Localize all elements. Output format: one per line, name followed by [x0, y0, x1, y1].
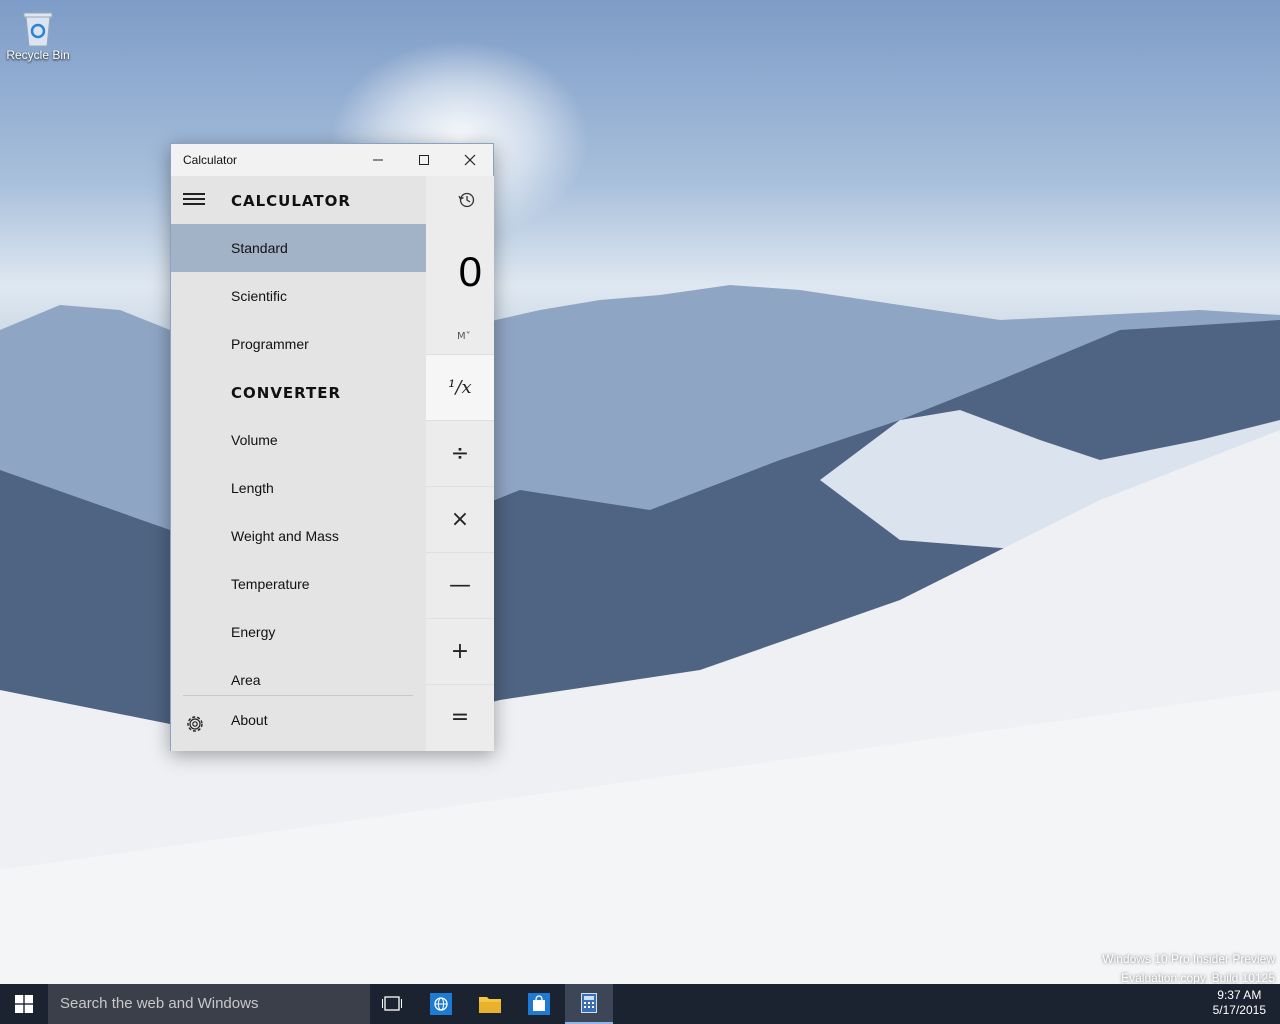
converter-header-label: CONVERTER: [231, 384, 342, 402]
nav-item-label: Standard: [231, 240, 288, 256]
task-view-button[interactable]: [368, 984, 416, 1024]
minimize-button[interactable]: [355, 144, 401, 176]
hamburger-icon-line: [183, 198, 205, 200]
maximize-button[interactable]: [401, 144, 447, 176]
close-icon: [464, 154, 476, 166]
divide-button[interactable]: ÷: [426, 420, 494, 486]
gear-icon: [187, 716, 203, 732]
file-explorer-button[interactable]: [466, 984, 514, 1024]
calculator-panel: 0 M˅ ¹/x ÷ × — + =: [426, 176, 494, 751]
calculator-icon: [581, 993, 597, 1013]
nav-item-weight-and-mass[interactable]: Weight and Mass: [171, 512, 426, 560]
hamburger-icon-line: [183, 203, 205, 205]
nav-item-volume[interactable]: Volume: [171, 416, 426, 464]
add-button[interactable]: +: [426, 618, 494, 684]
hamburger-menu-button[interactable]: [183, 190, 207, 212]
nav-item-label: Temperature: [231, 576, 310, 592]
nav-item-scientific[interactable]: Scientific: [171, 272, 426, 320]
start-button[interactable]: [0, 984, 48, 1024]
browser-button[interactable]: [417, 984, 465, 1024]
browser-icon: [430, 993, 452, 1015]
calculator-taskbar-button[interactable]: [565, 984, 613, 1024]
clock-time: 9:37 AM: [1217, 988, 1262, 1002]
memory-button[interactable]: M˅: [457, 331, 471, 342]
minimize-icon: [373, 159, 383, 161]
recycle-bin[interactable]: Recycle Bin: [6, 8, 70, 62]
nav-item-length[interactable]: Length: [171, 464, 426, 512]
store-icon: [528, 993, 550, 1015]
nav-item-label: Volume: [231, 432, 278, 448]
recycle-bin-label: Recycle Bin: [6, 48, 70, 62]
nav-item-label: Programmer: [231, 336, 309, 352]
navigation-pane: CALCULATOR Standard Scientific Programme…: [171, 176, 426, 751]
hamburger-icon-line: [183, 193, 205, 195]
history-icon[interactable]: [457, 190, 477, 210]
nav-header-title: CALCULATOR: [231, 192, 351, 210]
nav-header: CALCULATOR: [171, 176, 426, 224]
about-label: About: [231, 712, 268, 728]
nav-item-standard[interactable]: Standard: [171, 224, 426, 272]
reciprocal-button[interactable]: ¹/x: [426, 354, 494, 420]
nav-item-about[interactable]: About: [171, 699, 426, 747]
evaluation-watermark: Windows 10 Pro Insider Preview Evaluatio…: [1102, 950, 1275, 988]
nav-item-temperature[interactable]: Temperature: [171, 560, 426, 608]
title-bar[interactable]: Calculator: [171, 144, 493, 176]
converter-section-header: CONVERTER: [171, 368, 426, 416]
clock[interactable]: 9:37 AM 5/17/2015: [1213, 988, 1266, 1018]
equals-button[interactable]: =: [426, 684, 494, 750]
task-view-icon: [382, 996, 402, 1011]
result-display: 0: [458, 248, 482, 295]
nav-item-label: Area: [231, 672, 261, 688]
nav-item-label: Energy: [231, 624, 276, 640]
close-button[interactable]: [447, 144, 493, 176]
folder-icon: [479, 997, 501, 1013]
nav-item-programmer[interactable]: Programmer: [171, 320, 426, 368]
multiply-button[interactable]: ×: [426, 486, 494, 552]
watermark-line: Windows 10 Pro Insider Preview: [1102, 952, 1275, 966]
nav-divider: [183, 695, 413, 696]
maximize-icon: [419, 155, 429, 165]
clock-date: 5/17/2015: [1212, 1003, 1266, 1017]
operator-keys: ¹/x ÷ × — + =: [426, 354, 494, 750]
taskbar: Search the web and Windows 9:37 AM 5/17/…: [0, 984, 1280, 1024]
nav-item-energy[interactable]: Energy: [171, 608, 426, 656]
calculator-window: Calculator CALCULATOR Standard Scientifi…: [170, 143, 494, 751]
store-button[interactable]: [515, 984, 563, 1024]
nav-item-label: Scientific: [231, 288, 288, 304]
window-title: Calculator: [183, 153, 238, 167]
nav-item-label: Length: [231, 480, 274, 496]
windows-logo-icon: [15, 995, 33, 1013]
subtract-button[interactable]: —: [426, 552, 494, 618]
search-box[interactable]: Search the web and Windows: [48, 984, 370, 1024]
nav-item-label: Weight and Mass: [231, 528, 339, 544]
recycle-bin-icon: [21, 8, 55, 48]
nav-item-area[interactable]: Area: [171, 656, 426, 704]
